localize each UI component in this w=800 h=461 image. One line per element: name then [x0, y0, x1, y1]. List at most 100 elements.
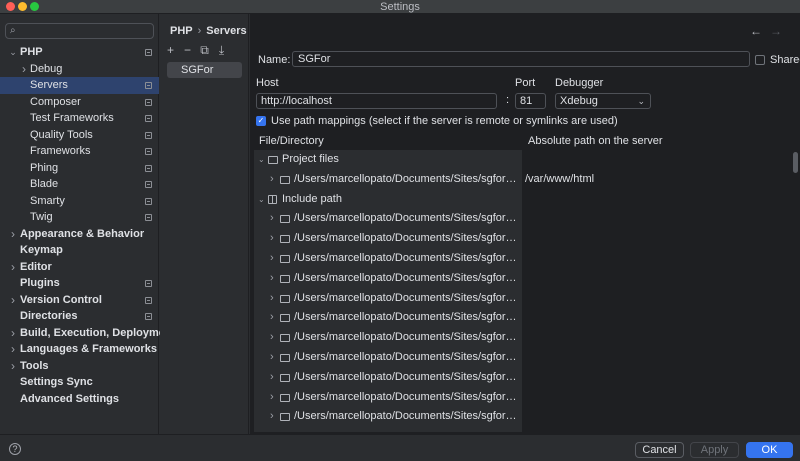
search-input[interactable]: [26, 25, 146, 37]
chevron-right-icon[interactable]: ›: [270, 328, 274, 348]
add-server-button[interactable]: +: [164, 44, 177, 57]
sidebar-item-keymap[interactable]: Keymap: [0, 242, 159, 259]
sidebar-item-smarty[interactable]: Smarty: [0, 193, 159, 210]
server-settings-panel: ← → Name: SGFor Shared Host Port Debugge…: [250, 14, 800, 434]
column-header-file[interactable]: File/Directory: [254, 132, 522, 150]
sidebar-item-quality-tools[interactable]: Quality Tools: [0, 127, 159, 144]
table-row[interactable]: › /Users/marcellopato/Documents/Sites/sgf…: [254, 388, 794, 408]
port-input[interactable]: 81: [515, 93, 546, 109]
chevron-right-icon[interactable]: ›: [270, 289, 274, 309]
chevron-right-icon[interactable]: ›: [19, 61, 29, 78]
scrollbar-thumb[interactable]: [793, 152, 798, 173]
path-mappings-label: Use path mappings (select if the server …: [271, 115, 618, 127]
sidebar-item-advanced-settings[interactable]: Advanced Settings: [0, 391, 159, 408]
table-row[interactable]: › /Users/marcellopato/Documents/Sites/sgf…: [254, 209, 794, 229]
checkbox-checked-icon[interactable]: ✓: [256, 116, 266, 126]
shared-checkbox[interactable]: Shared: [755, 54, 800, 66]
chevron-right-icon[interactable]: ›: [270, 209, 274, 229]
path-mappings-checkbox[interactable]: ✓ Use path mappings (select if the serve…: [256, 115, 618, 127]
forward-arrow-icon[interactable]: →: [770, 24, 782, 38]
library-icon: [268, 194, 277, 204]
sidebar-item-label: Version Control: [20, 293, 102, 306]
project-level-icon: [145, 197, 152, 205]
chevron-down-icon[interactable]: ⌄: [258, 150, 265, 170]
host-input[interactable]: http://localhost: [256, 93, 497, 109]
help-button[interactable]: ?: [9, 443, 21, 455]
chevron-down-icon[interactable]: ⌄: [258, 190, 265, 210]
chevron-right-icon[interactable]: ›: [270, 269, 274, 289]
sidebar-item-blade[interactable]: Blade: [0, 176, 159, 193]
sidebar-item-php[interactable]: ⌄ PHP: [0, 44, 159, 61]
file-path-text: /Users/marcellopato/Documents/Sites/sgfo…: [294, 172, 518, 185]
chevron-right-icon[interactable]: ›: [8, 226, 18, 243]
table-row[interactable]: › /Users/marcellopato/Documents/Sites/sgf…: [254, 407, 794, 427]
chevron-right-icon[interactable]: ›: [270, 249, 274, 269]
sidebar-item-tools[interactable]: › Tools: [0, 358, 159, 375]
chevron-right-icon[interactable]: ›: [270, 407, 274, 427]
sidebar-item-label: Build, Execution, Deployment: [20, 326, 176, 339]
table-row[interactable]: › /Users/marcellopato/Documents/Sites/sgf…: [254, 249, 794, 269]
sidebar-item-label: Frameworks: [30, 145, 91, 157]
chevron-right-icon[interactable]: ›: [8, 358, 18, 375]
checkbox-unchecked-icon[interactable]: [755, 55, 765, 65]
sidebar-item-composer[interactable]: Composer: [0, 94, 159, 111]
table-row[interactable]: › /Users/marcellopato/Documents/Sites/sgf…: [254, 308, 794, 328]
apply-button[interactable]: Apply: [690, 442, 739, 458]
table-row[interactable]: › /Users/marcellopato/Documents/Sites/sgf…: [254, 289, 794, 309]
sidebar-item-settings-sync[interactable]: Settings Sync: [0, 374, 159, 391]
sidebar-item-label: Twig: [30, 211, 53, 223]
copy-server-button[interactable]: ⧉: [198, 44, 211, 57]
sidebar-item-servers[interactable]: Servers: [0, 77, 159, 94]
sidebar-item-twig[interactable]: Twig: [0, 209, 159, 226]
chevron-right-icon[interactable]: ›: [8, 292, 18, 309]
sidebar-item-label: Keymap: [20, 244, 63, 256]
chevron-right-icon[interactable]: ›: [270, 368, 274, 388]
chevron-right-icon[interactable]: ›: [8, 341, 18, 358]
chevron-right-icon[interactable]: ›: [8, 259, 18, 276]
ok-button[interactable]: OK: [746, 442, 793, 458]
settings-search[interactable]: ⌕: [5, 23, 154, 39]
remove-server-button[interactable]: −: [181, 44, 194, 57]
project-level-icon: [145, 49, 152, 56]
chevron-down-icon[interactable]: ⌄: [8, 44, 18, 61]
table-row[interactable]: › /Users/marcellopato/Documents/Sites/sgf…: [254, 328, 794, 348]
sidebar-item-plugins[interactable]: Plugins: [0, 275, 159, 292]
table-group-row[interactable]: ⌄ Include path: [254, 190, 794, 210]
folder-icon: [280, 215, 290, 224]
table-row[interactable]: › /Users/marcellopato/Documents/Sites/sgf…: [254, 170, 794, 190]
sidebar-item-debug[interactable]: › Debug: [0, 61, 159, 78]
sidebar-item-phing[interactable]: Phing: [0, 160, 159, 177]
chevron-right-icon[interactable]: ›: [270, 348, 274, 368]
table-row[interactable]: › /Users/marcellopato/Documents/Sites/sgf…: [254, 269, 794, 289]
sidebar-item-version-control[interactable]: › Version Control: [0, 292, 159, 309]
sidebar-item-appearance-behavior[interactable]: › Appearance & Behavior: [0, 226, 159, 243]
cancel-button[interactable]: Cancel: [635, 442, 684, 458]
sidebar-item-languages-frameworks[interactable]: › Languages & Frameworks: [0, 341, 159, 358]
move-server-button[interactable]: ⤓: [215, 44, 228, 57]
sidebar-item-directories[interactable]: Directories: [0, 308, 159, 325]
table-group-row[interactable]: ⌄ Project files: [254, 150, 794, 170]
table-row[interactable]: › /Users/marcellopato/Documents/Sites/sgf…: [254, 229, 794, 249]
sidebar-item-editor[interactable]: › Editor: [0, 259, 159, 276]
sidebar-item-frameworks[interactable]: Frameworks: [0, 143, 159, 160]
chevron-right-icon[interactable]: ›: [8, 325, 18, 342]
table-row[interactable]: › /Users/marcellopato/Documents/Sites/sgf…: [254, 368, 794, 388]
server-list-item[interactable]: SGFor: [167, 62, 242, 78]
chevron-right-icon[interactable]: ›: [270, 388, 274, 408]
chevron-right-icon[interactable]: ›: [270, 229, 274, 249]
folder-icon: [280, 235, 290, 244]
settings-sidebar: ⌕ ⌄ PHP › Debug Servers Composer Test Framewor…: [0, 14, 175, 434]
breadcrumb-parent[interactable]: PHP: [170, 25, 193, 37]
debugger-select[interactable]: Xdebug ⌄: [555, 93, 651, 109]
back-arrow-icon[interactable]: ←: [750, 24, 762, 38]
column-header-absolute-path[interactable]: Absolute path on the server: [523, 132, 795, 150]
server-name-input[interactable]: SGFor: [292, 51, 750, 67]
sidebar-item-test-frameworks[interactable]: Test Frameworks: [0, 110, 159, 127]
folder-icon: [280, 314, 290, 323]
sidebar-item-build-execution-deployment[interactable]: › Build, Execution, Deployment: [0, 325, 175, 342]
sidebar-item-label: Blade: [30, 178, 59, 190]
server-path-cell[interactable]: /var/www/html: [525, 170, 594, 190]
table-row[interactable]: › /Users/marcellopato/Documents/Sites/sgf…: [254, 348, 794, 368]
chevron-right-icon[interactable]: ›: [270, 308, 274, 328]
chevron-right-icon[interactable]: ›: [270, 170, 274, 190]
